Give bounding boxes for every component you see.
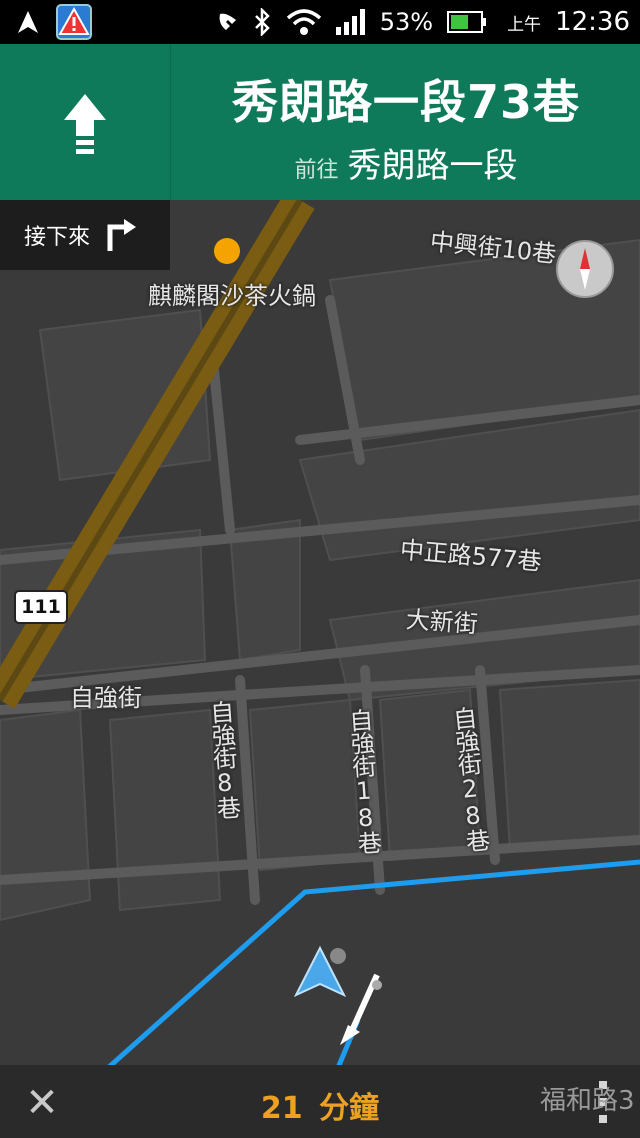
navigation-header[interactable]: 秀朗路一段73巷 前往 秀朗路一段	[0, 44, 640, 200]
battery-percent: 53%	[379, 8, 434, 36]
toward-label: 前往	[294, 158, 339, 183]
toward-row: 前往 秀朗路一段	[172, 138, 640, 187]
maneuver-panel[interactable]	[0, 44, 171, 200]
next-turn-label: 接下來	[24, 225, 91, 250]
eta-unit: 分鐘	[319, 1091, 380, 1126]
map-label-poi[interactable]: 麒麟閣沙茶火鍋	[148, 276, 316, 311]
navigation-icon	[18, 11, 38, 33]
compass-icon	[580, 248, 590, 290]
no-sim-icon	[219, 13, 236, 30]
clock-time: 12:36	[555, 7, 630, 37]
signal-icon	[335, 9, 365, 35]
alert-app-icon[interactable]	[56, 4, 92, 40]
straight-arrow-icon	[64, 94, 106, 154]
status-bar: 53% 上午 12:36	[0, 0, 640, 44]
map-view[interactable]: 麒麟閣沙茶火鍋 中興街10巷 中正路577巷 大新街 自強街 自強街8巷 自強街…	[0, 200, 640, 1065]
map-label-fuhe: 福和路3	[540, 1086, 635, 1116]
route-shield-111: 111	[14, 590, 68, 624]
map-canvas[interactable]	[0, 200, 640, 1065]
next-turn-panel[interactable]: 接下來	[0, 200, 170, 270]
bluetooth-icon	[254, 8, 270, 36]
eta-value: 21	[260, 1091, 303, 1126]
compass-button[interactable]	[556, 240, 614, 298]
map-label-daxin: 大新街	[404, 605, 479, 639]
battery-icon	[447, 11, 487, 33]
toward-street: 秀朗路一段	[347, 146, 518, 186]
wifi-icon	[286, 9, 321, 35]
map-label-ziqiang: 自強街	[70, 684, 142, 712]
restaurant-icon[interactable]	[214, 238, 240, 264]
current-street-name: 秀朗路一段73巷	[231, 75, 580, 129]
clock-ampm: 上午	[507, 14, 542, 35]
turn-right-icon	[107, 219, 137, 251]
